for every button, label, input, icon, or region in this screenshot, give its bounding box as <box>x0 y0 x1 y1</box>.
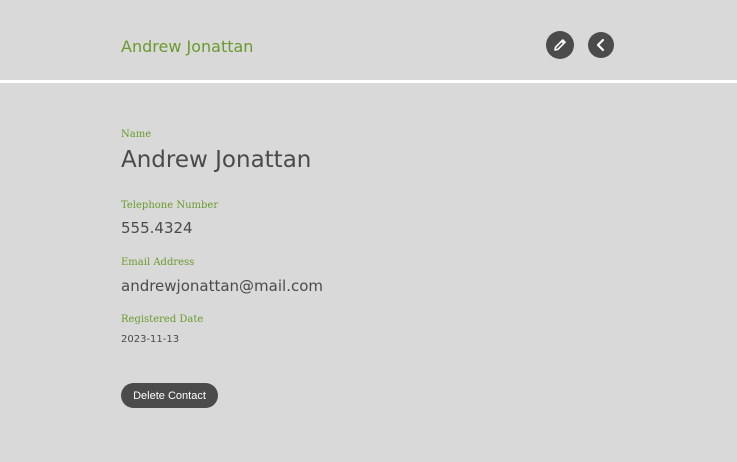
header-divider <box>0 80 737 83</box>
delete-contact-button[interactable]: Delete Contact <box>121 383 218 408</box>
email-value: andrewjonattan@mail.com <box>121 277 324 295</box>
name-label: Name <box>121 129 152 140</box>
pencil-icon <box>552 37 568 53</box>
date-value: 2023-11-13 <box>121 334 180 345</box>
email-label: Email Address <box>121 257 195 268</box>
date-label: Registered Date <box>121 314 204 325</box>
chevron-left-icon <box>594 38 608 52</box>
phone-value: 555.4324 <box>121 219 193 237</box>
phone-label: Telephone Number <box>121 200 219 211</box>
app-header: Andrew Jonattan <box>0 0 737 80</box>
name-value: Andrew Jonattan <box>121 147 312 173</box>
edit-button[interactable] <box>546 31 574 59</box>
page-title: Andrew Jonattan <box>121 37 254 56</box>
back-button[interactable] <box>588 32 614 58</box>
